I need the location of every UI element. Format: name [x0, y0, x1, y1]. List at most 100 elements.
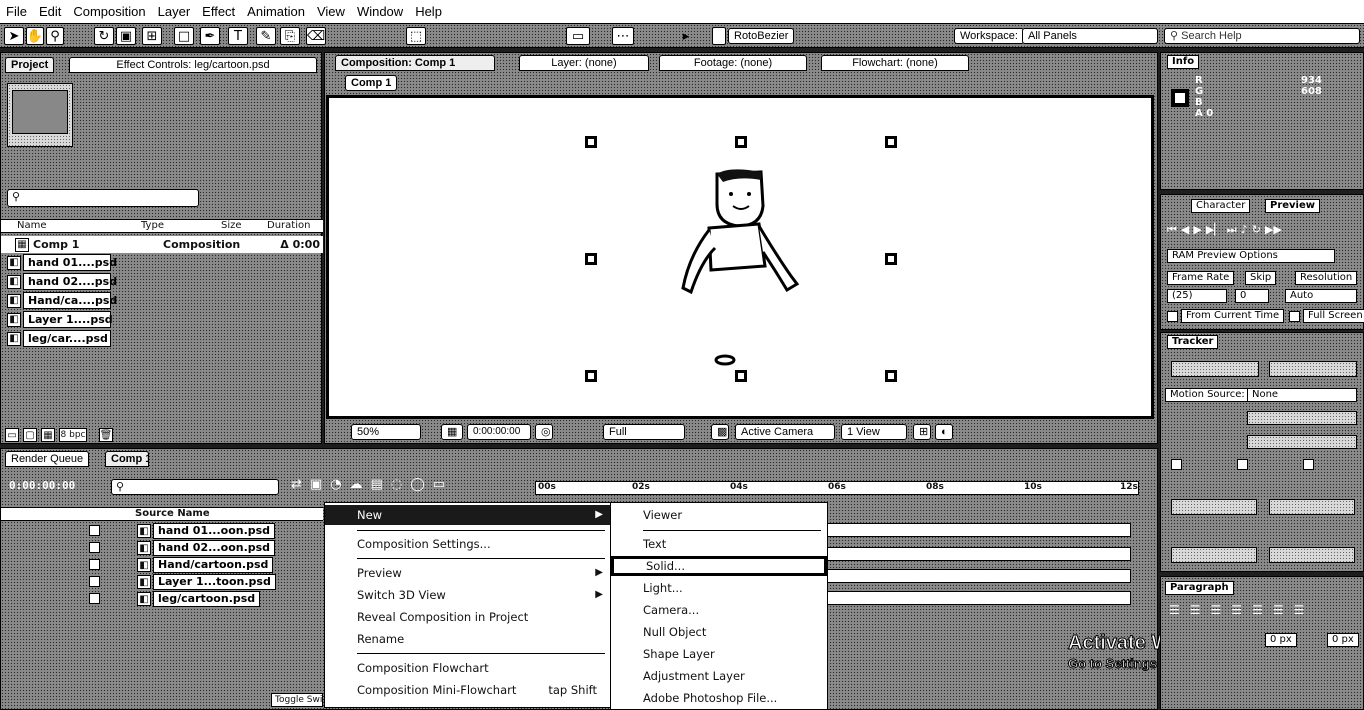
- submenu-item-camera[interactable]: Camera...: [611, 600, 827, 620]
- rotobezier-checkbox[interactable]: [712, 27, 726, 45]
- camera-snapshot-icon[interactable]: ◎: [535, 424, 553, 440]
- layer-duration-bar[interactable]: [827, 569, 1131, 583]
- project-row-comp[interactable]: ▦ Comp 1 Composition Δ 0:00: [1, 236, 323, 253]
- project-search-input[interactable]: ⚲: [7, 189, 199, 207]
- track-type-select[interactable]: [1247, 435, 1357, 449]
- frame-rate-select[interactable]: (25): [1167, 289, 1227, 303]
- tab-preview[interactable]: Preview: [1265, 199, 1321, 213]
- submenu-item-adjustment-layer[interactable]: Adjustment Layer: [611, 666, 827, 686]
- tab-tracker[interactable]: Tracker: [1167, 335, 1219, 349]
- ram-preview-options-select[interactable]: RAM Preview Options: [1167, 249, 1335, 263]
- rotation-checkbox[interactable]: [1237, 459, 1248, 470]
- layer-duration-bar[interactable]: [827, 523, 1131, 537]
- menu-composition[interactable]: Composition: [67, 4, 151, 19]
- submenu-item-text[interactable]: Text: [611, 534, 827, 554]
- interpret-footage-icon[interactable]: ▭: [5, 428, 19, 442]
- menu-item-composition-flowchart[interactable]: Composition Flowchart: [325, 658, 611, 678]
- indent-value-a[interactable]: 0 px: [1265, 633, 1297, 647]
- hand-tool-icon[interactable]: ✋: [26, 27, 44, 45]
- rectangle-tool-icon[interactable]: □: [174, 27, 194, 45]
- time-ruler[interactable]: 00s 02s 04s 06s 08s 10s 12s: [535, 481, 1139, 495]
- last-frame-icon[interactable]: ⏭: [1227, 223, 1237, 237]
- align-left-icon[interactable]: ☰: [1169, 603, 1180, 617]
- menu-animation[interactable]: Animation: [241, 4, 311, 19]
- snapshot-icon[interactable]: ▦: [441, 424, 463, 440]
- tab-character[interactable]: Character: [1191, 199, 1251, 213]
- camera-select[interactable]: Active Camera: [735, 424, 835, 440]
- layer-row[interactable]: ◧ hand 02...oon.psd: [1, 540, 323, 556]
- menu-item-switch-3d-view[interactable]: Switch 3D View ▶: [325, 585, 611, 605]
- transform-handle[interactable]: [585, 370, 597, 382]
- draft-3d-icon[interactable]: ◔: [330, 477, 341, 492]
- col-duration[interactable]: Duration: [267, 220, 310, 231]
- tab-paragraph[interactable]: Paragraph: [1165, 581, 1234, 595]
- view-layout-select[interactable]: 1 View: [841, 424, 907, 440]
- menu-item-preview[interactable]: Preview ▶: [325, 563, 611, 583]
- frame-blend-icon[interactable]: ▤: [371, 477, 383, 492]
- trash-icon[interactable]: 🗑: [99, 428, 113, 442]
- menu-edit[interactable]: Edit: [33, 4, 67, 19]
- layer-visibility-checkbox[interactable]: [89, 576, 100, 587]
- brainstorm-icon[interactable]: ▭: [433, 477, 445, 492]
- menu-item-reveal-composition[interactable]: Reveal Composition in Project: [325, 607, 611, 627]
- position-checkbox[interactable]: [1171, 459, 1182, 470]
- resolution-select[interactable]: Full: [603, 424, 685, 440]
- menu-item-rename[interactable]: Rename: [325, 629, 611, 649]
- justify-center-icon[interactable]: ☰: [1252, 603, 1263, 617]
- live-update-icon[interactable]: ▣: [310, 477, 322, 492]
- tab-composition[interactable]: Composition: Comp 1: [335, 55, 495, 71]
- timeline-search-input[interactable]: ⚲: [111, 479, 279, 495]
- new-folder-icon[interactable]: ▢: [23, 428, 37, 442]
- next-frame-icon[interactable]: ▶▏: [1206, 223, 1223, 237]
- layer-duration-bar[interactable]: [827, 547, 1131, 561]
- layer-visibility-checkbox[interactable]: [89, 525, 100, 536]
- tab-footage[interactable]: Footage: (none): [659, 55, 807, 71]
- loop-icon[interactable]: ↻: [1252, 223, 1261, 237]
- current-track-select[interactable]: [1247, 411, 1357, 425]
- tab-layer[interactable]: Layer: (none): [519, 55, 649, 71]
- layer-row[interactable]: ◧ hand 01...oon.psd: [1, 523, 323, 539]
- transform-handle[interactable]: [585, 253, 597, 265]
- comp-mini-flowchart-icon[interactable]: ⇄: [291, 477, 302, 492]
- selection-tool-icon[interactable]: ➤: [4, 27, 24, 45]
- motion-blur-icon[interactable]: ◌: [391, 477, 402, 492]
- tab-flowchart[interactable]: Flowchart: (none): [821, 55, 969, 71]
- workspace-select[interactable]: All Panels: [1022, 28, 1158, 44]
- menu-item-composition-settings[interactable]: Composition Settings...: [325, 534, 611, 554]
- camera-tool-icon[interactable]: ▣: [116, 27, 136, 45]
- zoom-tool-icon[interactable]: ⚲: [46, 27, 64, 45]
- tab-info[interactable]: Info: [1167, 55, 1200, 69]
- stabilize-button[interactable]: [1269, 361, 1357, 377]
- align-right-icon[interactable]: ☰: [1211, 603, 1222, 617]
- layer-visibility-checkbox[interactable]: [89, 593, 100, 604]
- submenu-item-shape-layer[interactable]: Shape Layer: [611, 644, 827, 664]
- search-help-input[interactable]: ⚲ Search Help: [1164, 28, 1360, 44]
- brush-tool-icon[interactable]: ✎: [256, 27, 276, 45]
- align-center-icon[interactable]: ☰: [1190, 603, 1201, 617]
- timeline-timecode[interactable]: 0:00:00:00: [9, 479, 75, 492]
- project-row-item[interactable]: ◧ hand 02....psd: [7, 273, 117, 290]
- project-row-item[interactable]: ◧ Layer 1....psd: [7, 311, 113, 328]
- col-type[interactable]: Type: [141, 220, 164, 231]
- rotate-tool-icon[interactable]: ↻: [94, 27, 114, 45]
- comp-1-button[interactable]: Comp 1: [345, 75, 398, 91]
- submenu-item-solid[interactable]: Solid...: [611, 556, 827, 576]
- menu-view[interactable]: View: [311, 4, 351, 19]
- transparency-grid-icon[interactable]: ▩: [711, 424, 729, 440]
- transform-handle[interactable]: [735, 136, 747, 148]
- justify-left-icon[interactable]: ☰: [1231, 603, 1242, 617]
- col-size[interactable]: Size: [221, 220, 242, 231]
- pan-behind-tool-icon[interactable]: ⊞: [142, 27, 162, 45]
- flowchart-icon[interactable]: ⊞: [913, 424, 931, 440]
- graph-editor-icon[interactable]: ◯: [410, 477, 425, 492]
- col-name[interactable]: Name: [17, 220, 47, 231]
- submenu-item-photoshop-file[interactable]: Adobe Photoshop File...: [611, 688, 827, 708]
- tab-project[interactable]: Project: [5, 57, 55, 73]
- full-screen-checkbox[interactable]: [1289, 311, 1300, 322]
- eraser-tool-icon[interactable]: ⌫: [306, 27, 326, 45]
- tab-render-queue[interactable]: Render Queue: [5, 451, 89, 467]
- menu-help[interactable]: Help: [409, 4, 448, 19]
- motion-source-select[interactable]: None: [1247, 388, 1357, 402]
- menu-layer[interactable]: Layer: [152, 4, 197, 19]
- resolution-select[interactable]: Auto: [1285, 289, 1357, 303]
